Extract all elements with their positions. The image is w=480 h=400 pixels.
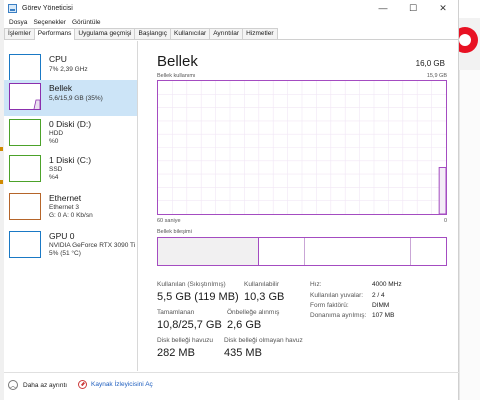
background-marker [0,147,3,151]
resource-detail: %0 [49,138,59,145]
background-marker [0,180,3,184]
tab-users[interactable]: Kullanıcılar [170,28,211,39]
footer: ︿ Daha az ayrıntı Kaynak İzleyicisini Aç [4,372,459,400]
fewer-details-button[interactable]: ︿ Daha az ayrıntı [8,380,67,390]
fewer-details-label: Daha az ayrıntı [23,381,68,389]
graph-time-right: 0 [443,218,447,224]
slots-label: Kullanılan yuvalar: [310,292,364,299]
tab-performance[interactable]: Performans [33,28,76,40]
hardware-reserved-label: Donanıma ayrılmış: [310,312,367,319]
title-bar: Görev Yöneticisi — ☐ ✕ [4,0,458,16]
maximize-button[interactable]: ☐ [398,0,428,16]
tab-app-history[interactable]: Uygulama geçmişi [74,28,136,39]
resource-name: Ethernet [49,193,82,203]
resource-list: CPU 7% 2,39 GHz Bellek 5,6/15,9 GB (35%)… [4,41,138,371]
resource-detail: %4 [49,174,59,181]
resource-detail: 5,6/15,9 GB (35%) [49,95,103,102]
committed-value: 10,8/25,7 GB [157,319,222,331]
resource-detail: Ethernet 3 [49,204,79,211]
speed-label: Hız: [310,281,322,288]
paged-pool-label: Disk belleği havuzu [157,337,214,344]
tab-services[interactable]: Hizmetler [242,28,278,39]
composition-divider [304,238,305,265]
usage-graph-max: 15,9 GB [426,73,447,79]
chevron-up-icon: ︿ [8,380,18,390]
resource-disk-1[interactable]: 1 Diski (C:) SSD %4 [4,152,137,188]
resource-gpu[interactable]: GPU 0 NVIDIA GeForce RTX 3090 Ti 5% (51 … [4,228,137,264]
menu-view[interactable]: Görüntüle [69,19,104,26]
usage-graph-label: Bellek kullanımı [157,73,196,79]
resource-monitor-label: Kaynak İzleyicisini Aç [91,381,153,388]
resource-name: GPU 0 [49,231,75,241]
resource-name: 1 Diski (C:) [49,155,92,165]
memory-thumbnail-graph [33,99,40,109]
window-controls: — ☐ ✕ [368,0,458,16]
resource-detail: 5% (51 °C) [49,250,81,257]
available-label: Kullanılabilir [244,281,280,288]
disk-1-thumbnail [9,155,41,182]
resource-disk-0[interactable]: 0 Diski (D:) HDD %0 [4,116,137,152]
memory-detail-pane: Bellek 16,0 GB Bellek kullanımı 15,9 GB … [147,41,452,371]
composition-in-use [158,238,259,265]
slots-value: 2 / 4 [372,292,385,299]
resource-detail: HDD [49,130,64,137]
memory-usage-chart [158,81,446,214]
tab-processes[interactable]: İşlemler [4,28,35,39]
form-factor-value: DIMM [372,302,390,309]
tab-startup[interactable]: Başlangıç [134,28,172,39]
in-use-label: Kullanılan (Sıkıştırılmış) [157,281,226,288]
resource-detail: G: 0 A: 0 Kb/sn [49,212,93,219]
nonpaged-pool-value: 435 MB [224,347,262,359]
form-factor-label: Form faktörü: [310,302,349,309]
resource-name: 0 Diski (D:) [49,119,92,129]
resource-monitor-icon [78,380,87,389]
window-title: Görev Yöneticisi [22,4,73,12]
resource-name: Bellek [49,83,73,93]
cached-value: 2,6 GB [227,319,262,331]
resource-memory[interactable]: Bellek 5,6/15,9 GB (35%) [4,80,137,116]
memory-composition-bar [157,237,447,266]
ethernet-thumbnail [9,193,41,220]
available-value: 10,3 GB [244,291,285,303]
memory-thumbnail [9,83,41,110]
background-strip [459,0,480,18]
disk-0-thumbnail [9,119,41,146]
resource-detail: SSD [49,166,63,173]
graph-time-left: 60 saniye [157,218,181,224]
resource-detail: 7% 2,39 GHz [49,66,88,73]
page-title: Bellek [157,53,198,70]
task-manager-window: Görev Yöneticisi — ☐ ✕ Dosya Seçenekler … [4,0,459,400]
minimize-button[interactable]: — [368,0,398,16]
resource-ethernet[interactable]: Ethernet Ethernet 3 G: 0 A: 0 Kb/sn [4,190,137,226]
memory-usage-series [438,166,446,214]
composition-label: Bellek bileşimi [157,229,192,235]
open-resource-monitor-link[interactable]: Kaynak İzleyicisini Aç [78,380,153,389]
menu-options[interactable]: Seçenekler [30,19,69,26]
total-memory: 16,0 GB [415,59,445,68]
menu-file[interactable]: Dosya [6,19,30,26]
task-manager-icon [8,3,17,13]
hardware-reserved-value: 107 MB [372,312,395,319]
nonpaged-pool-label: Disk belleği olmayan havuz [224,337,303,344]
tab-bar: İşlemler Performans Uygulama geçmişi Baş… [4,28,458,40]
paged-pool-value: 282 MB [157,347,195,359]
close-button[interactable]: ✕ [428,0,458,16]
committed-label: Tamamlanan [157,309,195,316]
cpu-thumbnail [9,54,41,81]
resource-detail: NVIDIA GeForce RTX 3090 Ti [49,242,136,249]
speed-value: 4000 MHz [372,281,402,288]
tab-details[interactable]: Ayrıntılar [209,28,244,39]
background-panel [459,70,480,400]
menu-bar: Dosya Seçenekler Görüntüle [4,16,458,28]
in-use-value: 5,5 GB (119 MB) [157,291,239,303]
background-desktop [459,0,480,400]
resource-name: CPU [49,54,67,64]
cached-label: Önbelleğe alınmış [227,309,280,316]
composition-divider [410,238,411,265]
gpu-thumbnail [9,231,41,258]
memory-usage-graph [157,80,447,215]
